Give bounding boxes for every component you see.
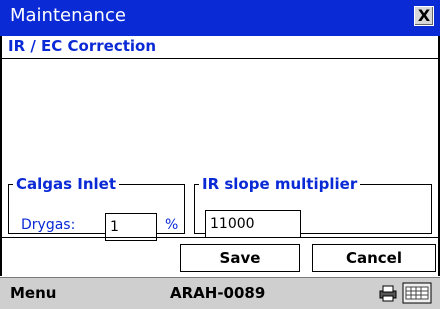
save-button[interactable]: Save — [180, 244, 300, 272]
calgas-inlet-group: Calgas Inlet Drygas: % — [8, 175, 185, 241]
page-subtitle-text: IR / EC Correction — [8, 37, 157, 55]
title-bar: Maintenance X — [0, 0, 440, 36]
keyboard-icon[interactable] — [402, 282, 432, 304]
page-subtitle: IR / EC Correction — [0, 36, 440, 58]
ir-slope-multiplier-legend: IR slope multiplier — [202, 175, 358, 193]
drygas-label: Drygas: — [21, 217, 76, 233]
window-title: Maintenance — [10, 5, 126, 26]
printer-icon[interactable] — [378, 284, 398, 302]
calgas-inlet-legend: Calgas Inlet — [16, 175, 117, 193]
menu-button[interactable]: Menu — [10, 284, 56, 302]
left-border — [0, 36, 2, 276]
taskbar: Menu ARAH-0089 — [0, 277, 440, 309]
ir-slope-multiplier-input[interactable] — [205, 210, 301, 238]
button-separator — [0, 237, 440, 238]
device-id-label: ARAH-0089 — [170, 284, 266, 302]
maintenance-window: Maintenance X IR / EC Correction Calgas … — [0, 0, 440, 309]
subtitle-divider — [0, 58, 440, 59]
percent-unit-label: % — [165, 217, 179, 233]
cancel-button[interactable]: Cancel — [312, 244, 436, 272]
ir-slope-multiplier-group: IR slope multiplier — [194, 175, 432, 238]
close-button[interactable]: X — [414, 6, 434, 26]
